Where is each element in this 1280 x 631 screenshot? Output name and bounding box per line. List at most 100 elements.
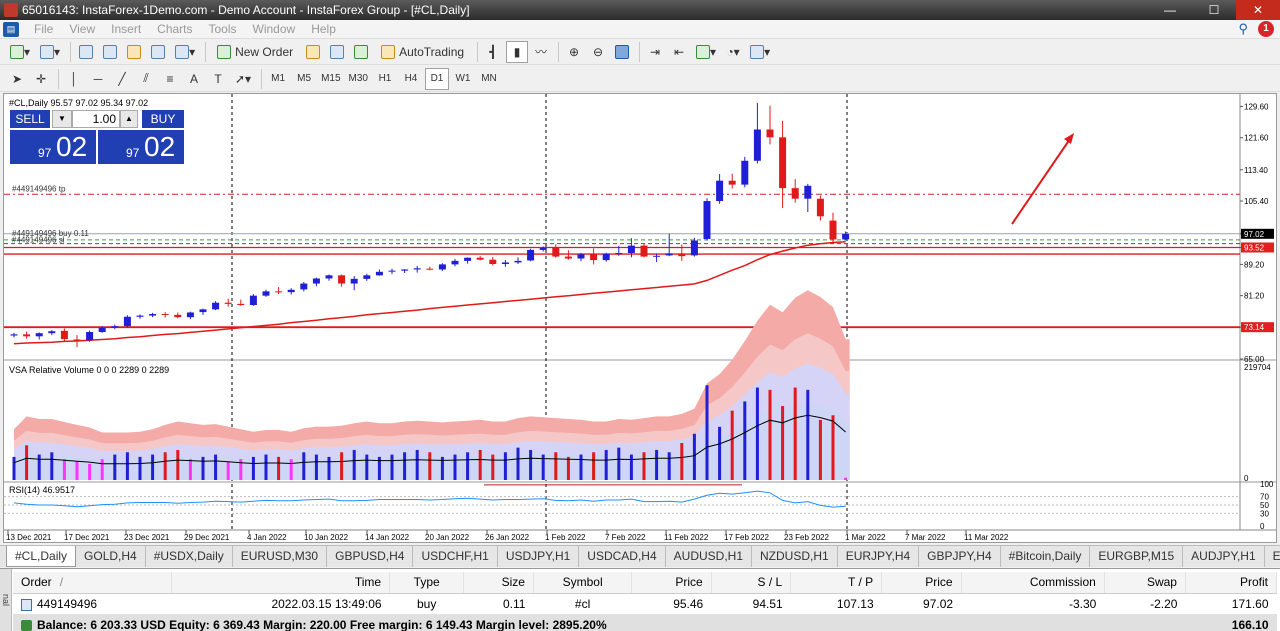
fibonacci-icon[interactable]: ≡ bbox=[159, 68, 181, 90]
minimize-button[interactable]: — bbox=[1148, 0, 1192, 20]
table-row[interactable]: 449149496 2022.03.15 13:49:06 buy 0.11 #cl 95… bbox=[13, 593, 1277, 614]
volume-bar[interactable] bbox=[163, 452, 167, 480]
vertical-line-icon[interactable]: │ bbox=[63, 68, 85, 90]
chart-tab[interactable]: NZDUSD,H1 bbox=[752, 546, 838, 567]
volume-bar[interactable] bbox=[566, 456, 570, 480]
data-window-button[interactable] bbox=[99, 41, 121, 63]
signals-button[interactable] bbox=[326, 41, 348, 63]
volume-bar[interactable] bbox=[655, 449, 659, 480]
volume-bar[interactable] bbox=[768, 389, 772, 480]
volume-bar[interactable] bbox=[516, 447, 520, 480]
volume-bar[interactable] bbox=[629, 454, 633, 480]
text-label-icon[interactable]: T bbox=[207, 68, 229, 90]
volume-bar[interactable] bbox=[88, 463, 92, 480]
volume-bar[interactable] bbox=[264, 454, 268, 480]
volume-bar[interactable] bbox=[151, 454, 155, 480]
volume-bar[interactable] bbox=[642, 452, 646, 480]
indicators-button[interactable]: ▾ bbox=[692, 41, 720, 63]
chart-tab[interactable]: AUDJPY,H1 bbox=[1183, 546, 1265, 567]
menu-tools[interactable]: Tools bbox=[201, 20, 245, 39]
volume-bar[interactable] bbox=[12, 456, 16, 480]
column-header[interactable]: Size bbox=[463, 572, 534, 594]
volume-bar[interactable] bbox=[403, 452, 407, 480]
metaeditor-button[interactable] bbox=[302, 41, 324, 63]
column-header[interactable]: T / P bbox=[790, 572, 883, 594]
volume-bar[interactable] bbox=[529, 449, 533, 480]
volume-bar[interactable] bbox=[415, 449, 419, 480]
crosshair-icon[interactable]: ✛ bbox=[30, 68, 52, 90]
column-header[interactable]: Symbol bbox=[533, 572, 633, 594]
chart-tab[interactable]: USDCHF,H1 bbox=[413, 546, 498, 567]
volume-bar[interactable] bbox=[604, 449, 608, 480]
volume-bar[interactable] bbox=[365, 454, 369, 480]
volume-bar[interactable] bbox=[554, 452, 558, 480]
volume-bar[interactable] bbox=[302, 452, 306, 480]
periods-button[interactable]: ◔▾ bbox=[722, 41, 744, 63]
column-header[interactable]: Time bbox=[171, 572, 391, 594]
column-header[interactable]: Order / bbox=[13, 572, 173, 594]
candle[interactable] bbox=[249, 294, 257, 306]
candle[interactable] bbox=[703, 198, 711, 241]
volume-bar[interactable] bbox=[453, 454, 457, 480]
sell-price-box[interactable]: 97 02 bbox=[10, 130, 96, 164]
volume-bar[interactable] bbox=[37, 454, 41, 480]
bar-chart-button[interactable]: ┫ bbox=[482, 41, 504, 63]
line-chart-button[interactable]: 〰 bbox=[530, 41, 552, 63]
volume-bar[interactable] bbox=[793, 387, 797, 480]
column-header[interactable]: Type bbox=[389, 572, 465, 594]
timeframe-h1[interactable]: H1 bbox=[373, 68, 397, 90]
volume-bar[interactable] bbox=[352, 449, 356, 480]
chart-window[interactable]: #CL,Daily 95.57 97.02 95.34 97.02 #449149… bbox=[3, 93, 1277, 543]
volume-bar[interactable] bbox=[667, 452, 671, 480]
timeframe-d1[interactable]: D1 bbox=[424, 67, 449, 90]
tile-windows-button[interactable] bbox=[611, 41, 633, 63]
volume-bar[interactable] bbox=[390, 454, 394, 480]
volume-bar[interactable] bbox=[277, 456, 281, 480]
chart-tab[interactable]: GOLD,H4 bbox=[76, 546, 146, 567]
volume-bar[interactable] bbox=[100, 459, 104, 480]
price-chart[interactable]: #CL,Daily 95.57 97.02 95.34 97.02 #449149… bbox=[4, 94, 1276, 542]
menu-file[interactable]: File bbox=[26, 20, 61, 39]
chart-tab[interactable]: #Bitcoin,Daily bbox=[1001, 546, 1091, 567]
volume-bar[interactable] bbox=[680, 443, 684, 480]
candle[interactable] bbox=[690, 237, 698, 257]
column-header[interactable]: Price bbox=[631, 572, 712, 594]
volume-bar[interactable] bbox=[579, 454, 583, 480]
maximize-button[interactable]: ☐ bbox=[1192, 0, 1236, 20]
timeframe-m1[interactable]: M1 bbox=[266, 68, 290, 90]
timeframe-h4[interactable]: H4 bbox=[399, 68, 423, 90]
chart-tab[interactable]: EURGBP,M15 bbox=[1090, 546, 1184, 567]
arrows-icon[interactable]: ➚▾ bbox=[231, 68, 255, 90]
volume-bar[interactable] bbox=[201, 456, 205, 480]
volume-bar[interactable] bbox=[466, 452, 470, 480]
volume-bar[interactable] bbox=[25, 445, 29, 480]
market-button[interactable] bbox=[350, 41, 372, 63]
volume-bar[interactable] bbox=[176, 449, 180, 480]
volume-bar[interactable] bbox=[692, 433, 696, 480]
menu-charts[interactable]: Charts bbox=[149, 20, 200, 39]
buy-price-box[interactable]: 97 02 bbox=[98, 130, 184, 164]
volume-bar[interactable] bbox=[478, 449, 482, 480]
chart-tab[interactable]: USDJPY,H1 bbox=[498, 546, 580, 567]
lot-size-input[interactable]: 1.00 bbox=[72, 110, 120, 128]
column-header[interactable]: Swap bbox=[1104, 572, 1186, 594]
new-chart-button[interactable]: ▾ bbox=[6, 41, 34, 63]
profiles-button[interactable]: ▾ bbox=[36, 41, 64, 63]
volume-bar[interactable] bbox=[428, 452, 432, 480]
volume-bar[interactable] bbox=[75, 461, 79, 480]
equidistant-channel-icon[interactable]: ⫽ bbox=[135, 68, 157, 90]
column-header[interactable]: Profit bbox=[1185, 572, 1278, 594]
timeframe-w1[interactable]: W1 bbox=[451, 68, 475, 90]
market-watch-button[interactable] bbox=[75, 41, 97, 63]
timeframe-m30[interactable]: M30 bbox=[346, 68, 371, 90]
strategy-tester-button[interactable]: ▾ bbox=[171, 41, 199, 63]
candlestick-button[interactable]: ▮ bbox=[506, 40, 529, 63]
zoom-out-icon[interactable]: ⊖ bbox=[587, 41, 609, 63]
chart-tab[interactable]: #USDX,Daily bbox=[146, 546, 233, 567]
volume-bar[interactable] bbox=[617, 447, 621, 480]
close-button[interactable]: ✕ bbox=[1236, 0, 1280, 20]
zoom-in-icon[interactable]: ⊕ bbox=[563, 41, 585, 63]
document-icon[interactable]: ▤ bbox=[3, 22, 19, 37]
volume-bar[interactable] bbox=[743, 401, 747, 480]
volume-bar[interactable] bbox=[503, 452, 507, 480]
